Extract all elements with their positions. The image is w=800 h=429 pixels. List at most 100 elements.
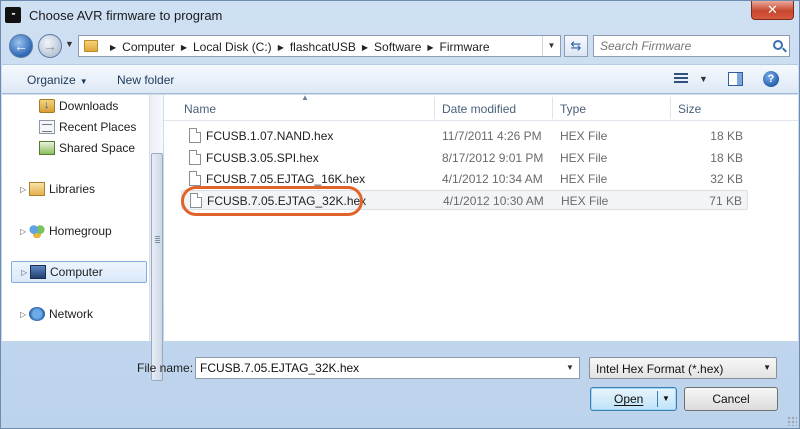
breadcrumb-separator-icon[interactable]: ▶ bbox=[362, 43, 368, 52]
expand-arrow-icon[interactable]: ▷ bbox=[21, 268, 27, 277]
shared-space-icon bbox=[39, 141, 55, 155]
search-input[interactable] bbox=[594, 36, 764, 56]
folder-icon bbox=[84, 40, 98, 52]
nav-item-network[interactable]: ▷ Network bbox=[2, 304, 148, 324]
recent-locations-dropdown-icon[interactable]: ▼ bbox=[65, 39, 74, 49]
column-headers: Name ▲ Date modified Type Size bbox=[164, 93, 798, 121]
file-name-label: File name: bbox=[137, 361, 194, 375]
sort-ascending-icon: ▲ bbox=[301, 93, 309, 102]
recent-places-icon bbox=[39, 120, 55, 134]
file-type-filter-select[interactable]: Intel Hex Format (*.hex) ▼ bbox=[589, 357, 777, 379]
expand-arrow-icon[interactable]: ▷ bbox=[20, 185, 26, 194]
organize-button[interactable]: Organize ▼ bbox=[27, 73, 88, 87]
breadcrumb-item-software[interactable]: Software bbox=[374, 40, 421, 54]
split-divider bbox=[657, 391, 658, 407]
file-date: 4/1/2012 10:30 AM bbox=[443, 194, 544, 208]
nav-item-downloads[interactable]: Downloads bbox=[2, 96, 148, 116]
expand-arrow-icon[interactable]: ▷ bbox=[20, 310, 26, 319]
file-list: Name ▲ Date modified Type Size FCUSB.1.0… bbox=[164, 93, 798, 341]
file-name-input[interactable] bbox=[196, 358, 556, 378]
computer-icon bbox=[30, 265, 46, 279]
highlight-annotation bbox=[181, 186, 363, 216]
breadcrumb: ▶ Computer ▶ Local Disk (C:) ▶ flashcatU… bbox=[104, 40, 490, 54]
nav-item-computer[interactable]: ▷ Computer bbox=[11, 261, 147, 283]
column-header-name[interactable]: Name bbox=[184, 102, 216, 116]
app-icon: ▪▪ bbox=[5, 7, 21, 23]
close-button[interactable]: ✕ bbox=[751, 1, 794, 20]
nav-item-label: Homegroup bbox=[49, 224, 112, 238]
organize-label: Organize bbox=[27, 73, 76, 87]
nav-item-homegroup[interactable]: ▷ Homegroup bbox=[2, 221, 148, 241]
file-icon bbox=[189, 171, 201, 186]
file-name: FCUSB.7.05.EJTAG_16K.hex bbox=[206, 172, 366, 186]
view-options-icon[interactable] bbox=[674, 73, 688, 85]
file-date: 4/1/2012 10:34 AM bbox=[442, 172, 543, 186]
file-type: HEX File bbox=[560, 129, 608, 143]
file-icon bbox=[189, 150, 201, 165]
refresh-button[interactable]: ⇆ bbox=[564, 35, 588, 57]
nav-item-recent-places[interactable]: Recent Places bbox=[2, 117, 148, 137]
address-bar[interactable]: ▶ Computer ▶ Local Disk (C:) ▶ flashcatU… bbox=[78, 35, 561, 57]
breadcrumb-item-firmware[interactable]: Firmware bbox=[440, 40, 490, 54]
window-title: Choose AVR firmware to program bbox=[29, 8, 223, 23]
nav-item-label: Libraries bbox=[49, 182, 96, 196]
scrollbar-thumb[interactable] bbox=[151, 153, 163, 381]
open-button-label: Open bbox=[614, 392, 644, 406]
help-icon[interactable]: ? bbox=[763, 71, 779, 87]
new-folder-button[interactable]: New folder bbox=[117, 73, 174, 87]
file-size: 32 KB bbox=[710, 172, 743, 186]
view-dropdown-icon[interactable]: ▼ bbox=[699, 74, 708, 84]
column-header-type[interactable]: Type bbox=[560, 102, 586, 116]
file-type-filter-value: Intel Hex Format (*.hex) bbox=[596, 362, 724, 376]
nav-item-shared-space[interactable]: Shared Space bbox=[2, 138, 148, 158]
forward-arrow-icon: → bbox=[43, 38, 57, 54]
column-divider[interactable] bbox=[434, 97, 435, 119]
back-button[interactable]: ← bbox=[9, 34, 33, 58]
title-bar[interactable]: ▪▪ Choose AVR firmware to program ✕ bbox=[1, 1, 799, 31]
preview-pane-icon[interactable] bbox=[728, 72, 743, 86]
grip-icon bbox=[155, 236, 160, 243]
navigation-scrollbar[interactable] bbox=[149, 95, 163, 381]
breadcrumb-item-local-disk[interactable]: Local Disk (C:) bbox=[193, 40, 272, 54]
nav-item-label: Computer bbox=[50, 265, 103, 279]
resize-grip-icon[interactable] bbox=[787, 416, 797, 426]
breadcrumb-separator-icon[interactable]: ▶ bbox=[181, 43, 187, 52]
chevron-down-icon: ▼ bbox=[79, 77, 88, 86]
column-divider[interactable] bbox=[670, 97, 671, 119]
file-name-dropdown-icon[interactable]: ▼ bbox=[561, 358, 579, 378]
navigation-pane: Downloads Recent Places Shared Space ▷ L… bbox=[2, 95, 149, 341]
nav-item-label: Shared Space bbox=[59, 141, 136, 155]
chevron-down-icon: ▼ bbox=[763, 363, 771, 372]
file-name-combobox[interactable]: ▼ bbox=[195, 357, 580, 379]
breadcrumb-separator-icon[interactable]: ▶ bbox=[110, 43, 116, 52]
file-type: HEX File bbox=[560, 151, 608, 165]
open-dropdown-icon[interactable]: ▼ bbox=[662, 394, 670, 403]
cancel-button[interactable]: Cancel bbox=[684, 387, 778, 411]
file-row[interactable]: FCUSB.1.07.NAND.hex 11/7/2011 4:26 PM HE… bbox=[181, 126, 748, 146]
column-header-date-modified[interactable]: Date modified bbox=[442, 102, 516, 116]
breadcrumb-separator-icon[interactable]: ▶ bbox=[427, 43, 433, 52]
breadcrumb-item-computer[interactable]: Computer bbox=[122, 40, 175, 54]
open-button[interactable]: Open ▼ bbox=[590, 387, 677, 411]
downloads-icon bbox=[39, 99, 55, 113]
address-dropdown-icon[interactable]: ▼ bbox=[542, 36, 560, 56]
forward-button[interactable]: → bbox=[38, 34, 62, 58]
breadcrumb-item-flashcatusb[interactable]: flashcatUSB bbox=[290, 40, 356, 54]
file-size: 18 KB bbox=[710, 129, 743, 143]
column-divider[interactable] bbox=[552, 97, 553, 119]
file-type: HEX File bbox=[561, 194, 609, 208]
expand-arrow-icon[interactable]: ▷ bbox=[20, 227, 26, 236]
search-box[interactable] bbox=[593, 35, 790, 57]
back-arrow-icon: ← bbox=[14, 38, 28, 54]
file-icon bbox=[189, 128, 201, 143]
search-icon[interactable] bbox=[773, 40, 783, 50]
file-row[interactable]: FCUSB.3.05.SPI.hex 8/17/2012 9:01 PM HEX… bbox=[181, 148, 748, 168]
nav-item-libraries[interactable]: ▷ Libraries bbox=[2, 179, 148, 199]
column-header-size[interactable]: Size bbox=[678, 102, 701, 116]
file-open-dialog: ▪▪ Choose AVR firmware to program ✕ ← → … bbox=[0, 0, 800, 429]
column-header-label: Name bbox=[184, 102, 217, 116]
breadcrumb-separator-icon[interactable]: ▶ bbox=[278, 43, 284, 52]
nav-item-label: Network bbox=[49, 307, 94, 321]
file-size: 71 KB bbox=[709, 194, 742, 208]
command-bar: Organize ▼ New folder ▼ ? bbox=[2, 64, 798, 94]
